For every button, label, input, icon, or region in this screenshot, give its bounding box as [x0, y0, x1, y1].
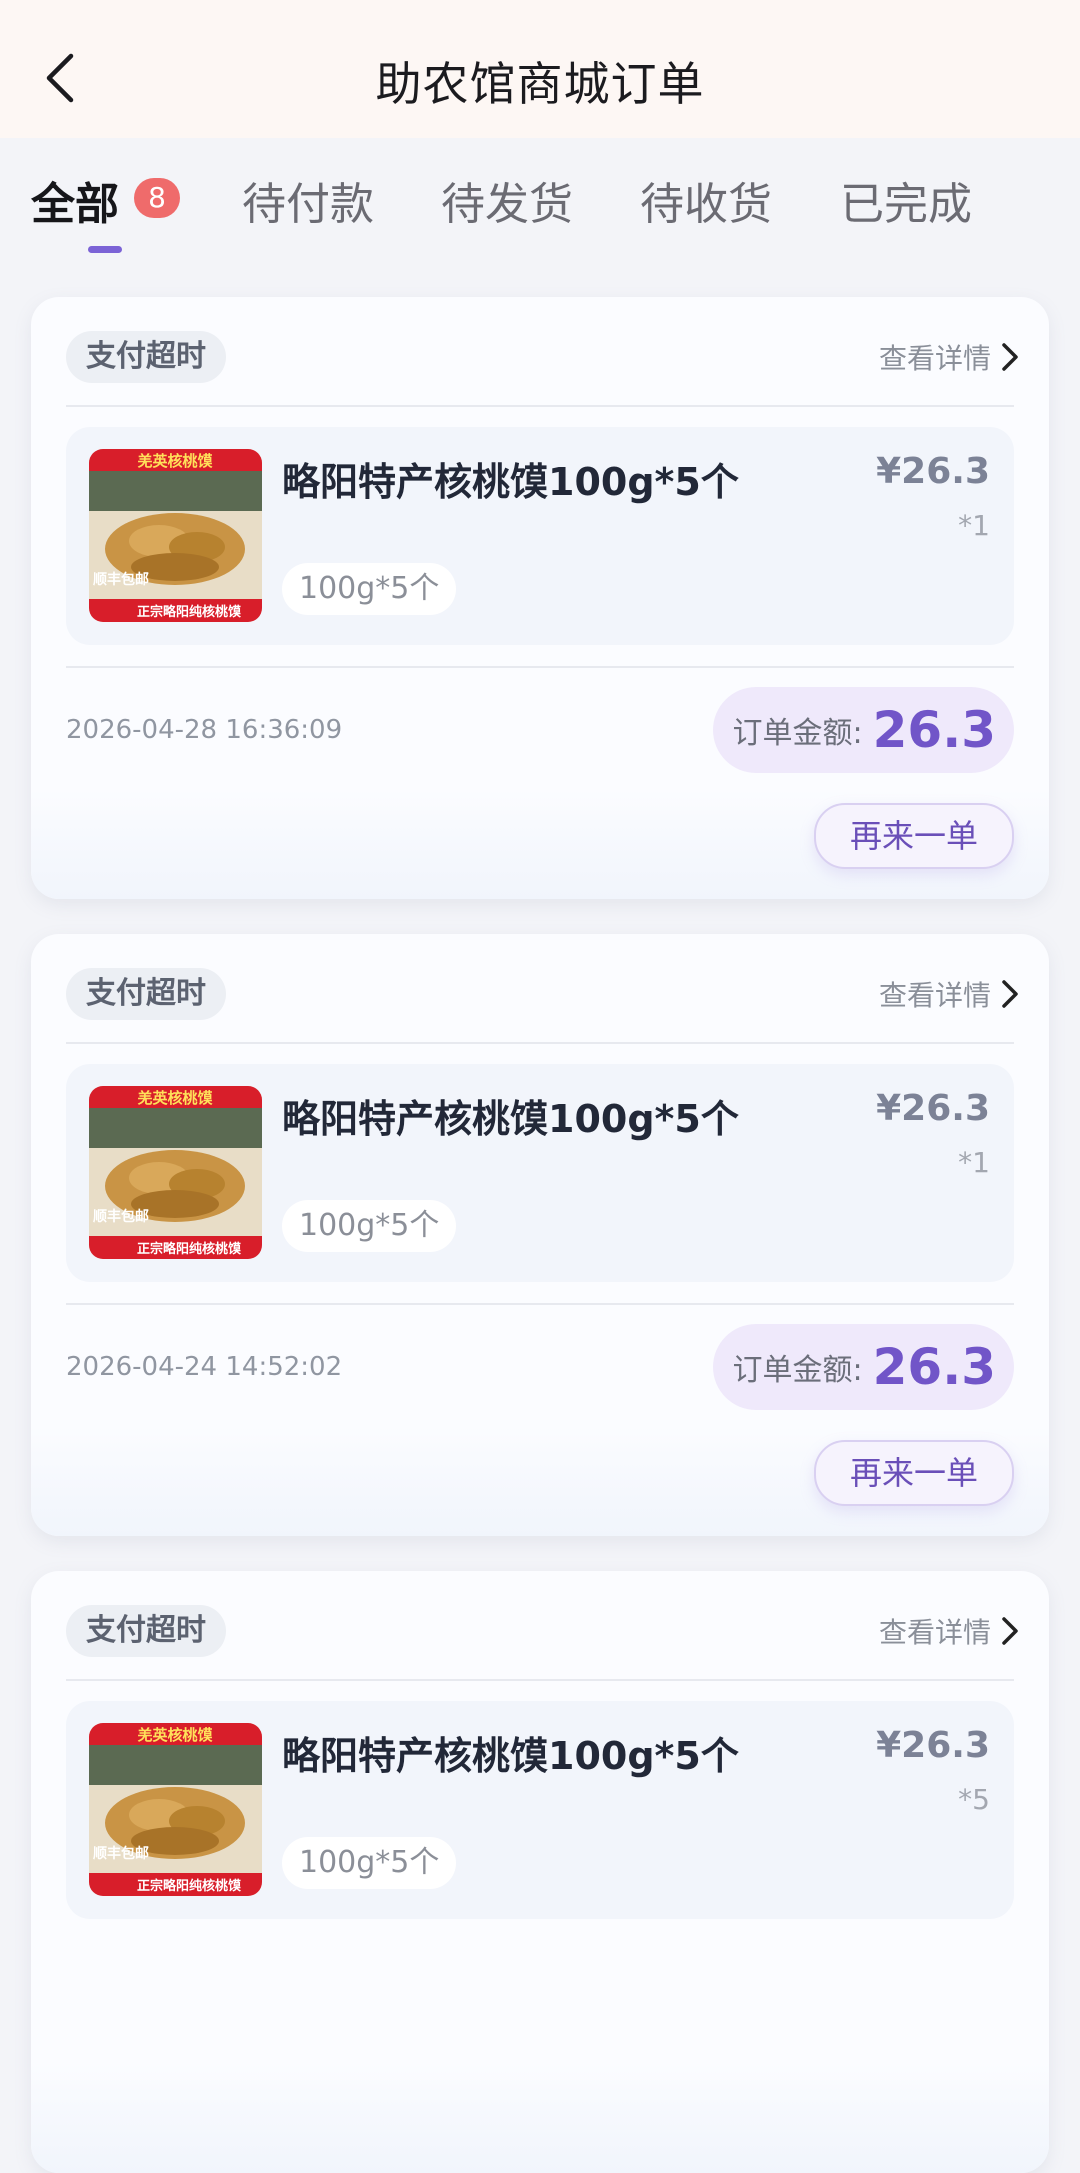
- product-image[interactable]: 羌英核桃馍 正宗略阳纯核桃馍 顺丰包邮: [89, 1086, 262, 1259]
- chevron-right-icon: [1002, 343, 1018, 371]
- tab-all[interactable]: 全部: [31, 168, 119, 232]
- order-card[interactable]: 支付超时 查看详情 羌英核桃馍 正宗略阳纯核桃馍 顺丰包邮 略阳特产核桃馍100…: [31, 934, 1049, 1536]
- svg-text:羌英核桃馍: 羌英核桃馍: [137, 1726, 212, 1744]
- view-details-label: 查看详情: [878, 979, 991, 1012]
- view-details-link[interactable]: 查看详情: [879, 1611, 1019, 1651]
- reorder-button[interactable]: 再来一单: [814, 1440, 1014, 1506]
- product-quantity: *1: [958, 509, 990, 542]
- tab-pending-receipt[interactable]: 待收货: [640, 168, 772, 232]
- order-amount-label: 订单金额:: [732, 1353, 863, 1388]
- svg-text:羌英核桃馍: 羌英核桃馍: [137, 452, 212, 470]
- product-item[interactable]: 羌英核桃馍 正宗略阳纯核桃馍 顺丰包邮 略阳特产核桃馍100g*5个 100g*…: [66, 427, 1014, 645]
- view-details-link[interactable]: 查看详情: [879, 974, 1019, 1014]
- divider: [66, 1679, 1014, 1681]
- product-item[interactable]: 羌英核桃馍 正宗略阳纯核桃馍 顺丰包邮 略阳特产核桃馍100g*5个 100g*…: [66, 1064, 1014, 1282]
- svg-text:羌英核桃馍: 羌英核桃馍: [137, 1089, 212, 1107]
- svg-text:顺丰包邮: 顺丰包邮: [93, 571, 149, 588]
- product-price: ¥26.3: [876, 451, 990, 492]
- product-image[interactable]: 羌英核桃馍 正宗略阳纯核桃馍 顺丰包邮: [89, 1723, 262, 1896]
- status-badge: 支付超时: [66, 331, 226, 383]
- svg-text:正宗略阳纯核桃馍: 正宗略阳纯核桃馍: [137, 604, 242, 620]
- status-badge: 支付超时: [66, 968, 226, 1020]
- walnut-bun-product-image: 羌英核桃馍 正宗略阳纯核桃馍 顺丰包邮: [89, 449, 262, 622]
- product-spec: 100g*5个: [282, 1837, 457, 1889]
- view-details-label: 查看详情: [878, 1616, 991, 1649]
- product-quantity: *1: [958, 1146, 990, 1179]
- order-timestamp: 2026-04-24 14:52:02: [66, 1352, 343, 1382]
- order-status-tabs: 全部 8 待付款 待发货 待收货 已完成: [0, 138, 1080, 262]
- divider: [66, 666, 1014, 668]
- view-details-label: 查看详情: [878, 342, 991, 375]
- product-spec: 100g*5个: [282, 1200, 457, 1252]
- product-image[interactable]: 羌英核桃馍 正宗略阳纯核桃馍 顺丰包邮: [89, 449, 262, 622]
- order-card[interactable]: 支付超时 查看详情 羌英核桃馍 正宗略阳纯核桃馍 顺丰包邮 略阳特产核桃馍100…: [31, 1571, 1049, 2173]
- product-quantity: *5: [958, 1783, 990, 1816]
- order-card[interactable]: 支付超时 查看详情 羌英核桃馍 正宗略阳纯核桃馍 顺丰包邮 略阳特产核桃馍100…: [31, 297, 1049, 899]
- order-timestamp: 2026-04-28 16:36:09: [66, 715, 343, 745]
- product-price: ¥26.3: [876, 1725, 990, 1766]
- order-amount-value: 26.3: [872, 701, 996, 759]
- product-price: ¥26.3: [876, 1088, 990, 1129]
- product-name[interactable]: 略阳特产核桃馍100g*5个: [282, 1088, 739, 1143]
- status-badge: 支付超时: [66, 1605, 226, 1657]
- divider: [66, 1303, 1014, 1305]
- tab-completed[interactable]: 已完成: [840, 168, 972, 232]
- svg-text:正宗略阳纯核桃馍: 正宗略阳纯核桃馍: [137, 1878, 242, 1894]
- divider: [66, 1042, 1014, 1044]
- product-name[interactable]: 略阳特产核桃馍100g*5个: [282, 451, 739, 506]
- view-details-link[interactable]: 查看详情: [879, 337, 1019, 377]
- product-item[interactable]: 羌英核桃馍 正宗略阳纯核桃馍 顺丰包邮 略阳特产核桃馍100g*5个 100g*…: [66, 1701, 1014, 1919]
- app-header: 助农馆商城订单: [0, 0, 1080, 138]
- product-name[interactable]: 略阳特产核桃馍100g*5个: [282, 1725, 739, 1780]
- tab-pending-shipment[interactable]: 待发货: [441, 168, 573, 232]
- tab-pending-payment[interactable]: 待付款: [242, 168, 374, 232]
- divider: [66, 405, 1014, 407]
- page-title: 助农馆商城订单: [375, 57, 705, 111]
- order-amount-label: 订单金额:: [732, 716, 863, 751]
- order-amount-value: 26.3: [872, 1338, 996, 1396]
- chevron-right-icon: [1002, 980, 1018, 1008]
- order-amount: 订单金额: 26.3: [712, 687, 1014, 773]
- product-spec: 100g*5个: [282, 563, 457, 615]
- tab-all-count-badge: 8: [134, 178, 180, 218]
- svg-text:顺丰包邮: 顺丰包邮: [93, 1845, 149, 1862]
- walnut-bun-product-image: 羌英核桃馍 正宗略阳纯核桃馍 顺丰包邮: [89, 1723, 262, 1896]
- active-tab-indicator: [88, 246, 122, 253]
- walnut-bun-product-image: 羌英核桃馍 正宗略阳纯核桃馍 顺丰包邮: [89, 1086, 262, 1259]
- order-amount: 订单金额: 26.3: [712, 1324, 1014, 1410]
- svg-text:顺丰包邮: 顺丰包邮: [93, 1208, 149, 1225]
- svg-text:正宗略阳纯核桃馍: 正宗略阳纯核桃馍: [137, 1241, 242, 1257]
- chevron-right-icon: [1002, 1617, 1018, 1645]
- reorder-button[interactable]: 再来一单: [814, 803, 1014, 869]
